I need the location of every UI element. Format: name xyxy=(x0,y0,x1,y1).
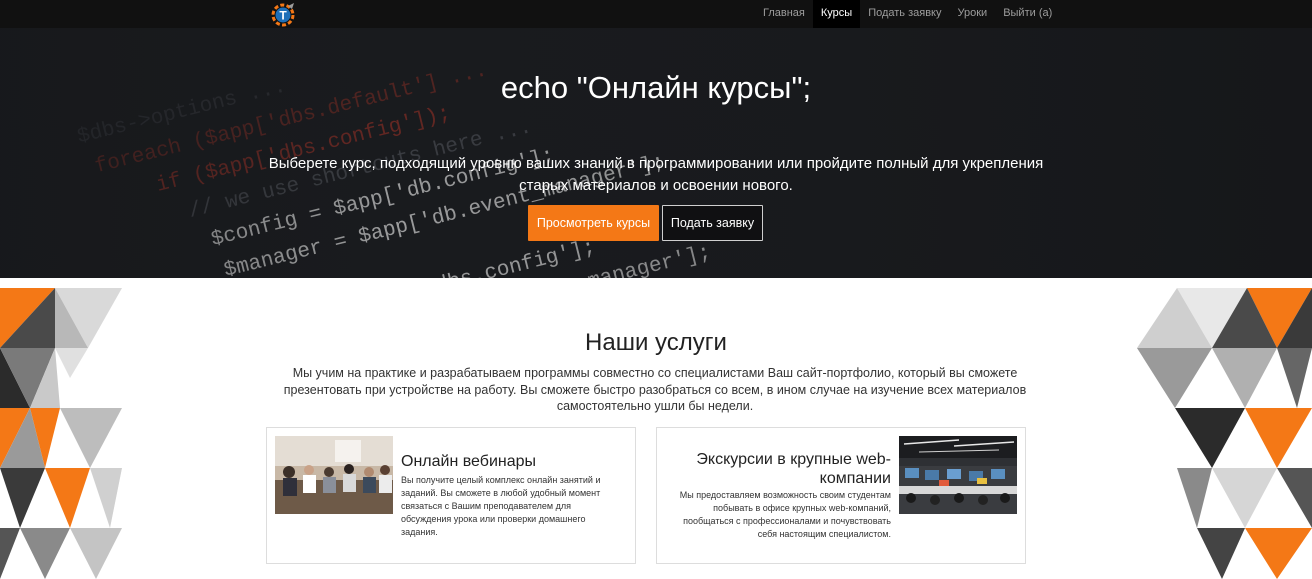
view-courses-button[interactable]: Просмотреть курсы xyxy=(528,205,659,241)
nav-item-logout[interactable]: Выйти (a) xyxy=(995,0,1060,28)
card-text: Мы предоставляем возможность своим студе… xyxy=(679,490,891,539)
service-card-excursions: Экскурсии в крупные web-компании Мы пред… xyxy=(656,427,1026,564)
decorative-triangles-right xyxy=(1137,288,1312,579)
service-card-webinars: Онлайн вебинары Вы получите целый компле… xyxy=(266,427,636,564)
code-gear-logo-icon[interactable]: T xyxy=(269,2,297,28)
svg-text:T: T xyxy=(279,9,287,23)
nav-item-home[interactable]: Главная xyxy=(755,0,813,28)
navbar: T Главная Курсы Подать заявку Уроки Выйт… xyxy=(0,0,1312,28)
hero-lead: Выберете курс, подходящий уровню ваших з… xyxy=(268,155,1044,194)
webinar-photo xyxy=(275,436,393,514)
apply-button[interactable]: Подать заявку xyxy=(662,205,763,241)
decorative-triangles-left xyxy=(0,288,122,579)
services-lead: Мы учим на практике и разрабатываем прог… xyxy=(283,366,1027,413)
hero-section: $dbs->options ... foreach ($app['dbs.def… xyxy=(0,28,1312,278)
card-title: Экскурсии в крупные web-компании xyxy=(696,451,891,487)
hero-title: echo "Онлайн курсы"; xyxy=(500,70,812,105)
card-title: Онлайн вебинары xyxy=(401,453,537,470)
nav-item-lessons[interactable]: Уроки xyxy=(950,0,996,28)
main-nav: Главная Курсы Подать заявку Уроки Выйти … xyxy=(755,0,1060,28)
office-photo xyxy=(899,436,1017,514)
card-text: Вы получите целый комплекс онлайн заняти… xyxy=(401,475,601,537)
nav-item-apply[interactable]: Подать заявку xyxy=(860,0,949,28)
nav-item-courses[interactable]: Курсы xyxy=(812,0,861,28)
services-title: Наши услуги xyxy=(585,329,727,356)
